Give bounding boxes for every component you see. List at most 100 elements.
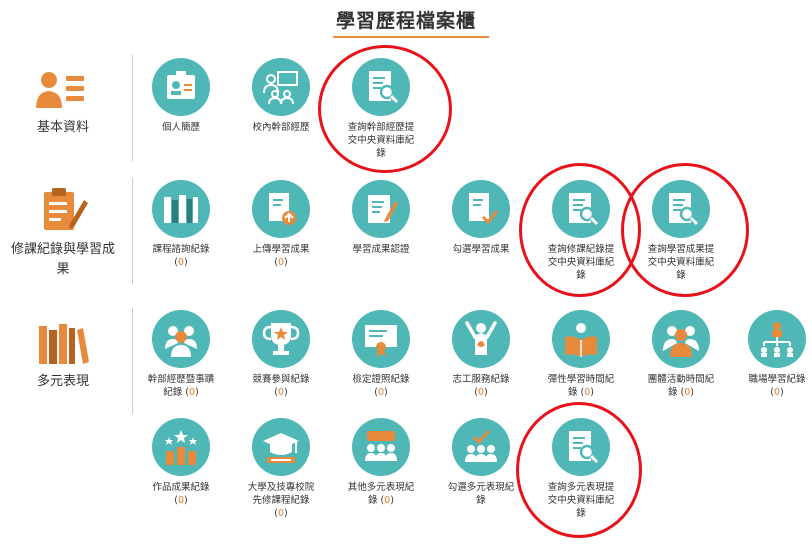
page-title: 學習歷程檔案櫃: [335, 10, 476, 32]
item-count: 錄 (0): [567, 387, 594, 398]
label-line: 勾選多元表現紀: [447, 482, 515, 493]
license-button[interactable]: 檢定證照紀錄 (0): [333, 310, 429, 399]
label-line: 查詢修課紀錄提: [547, 244, 615, 255]
item-label: 勾選學習成果: [452, 244, 510, 255]
select-result-circle: [452, 180, 510, 238]
verify-result-button[interactable]: 學習成果認證: [333, 180, 429, 256]
flexible-circle: [552, 310, 610, 368]
resume-circle: [152, 58, 210, 116]
item-label: 大學及技專校院 先修課程紀錄: [233, 481, 329, 507]
course-record-button[interactable]: 課程諮詢紀錄 (0): [133, 180, 229, 269]
cadre-events-button[interactable]: 幹部經歷暨事蹟 紀錄 (0): [133, 310, 229, 399]
item-label: 勾選多元表現紀 錄: [433, 481, 529, 507]
query-cadre-button[interactable]: 查詢幹部經歷提 交中央資料庫紀 錄: [333, 58, 429, 160]
label-line: 查詢幹部經歷提: [347, 122, 415, 133]
course-record-circle: [152, 180, 210, 238]
label-line: 紀錄: [163, 387, 183, 398]
item-label: 課程諮詢紀錄: [152, 244, 210, 255]
document-search-icon: [569, 431, 599, 464]
clipboard-pencil-icon: [40, 186, 88, 238]
document-search-icon: [669, 193, 699, 226]
item-label: 職場學習紀錄: [748, 374, 806, 385]
query-course-circle: [552, 180, 610, 238]
label-line: 交中央資料庫紀: [547, 257, 615, 268]
workplace-button[interactable]: 職場學習紀錄 (0): [729, 310, 812, 399]
competition-circle: [252, 310, 310, 368]
section-label-basic: 基本資料: [36, 120, 89, 135]
section-label-course: 修課紀錄與學習成 果: [0, 240, 126, 280]
campus-cadre-button[interactable]: 校內幹部經歷: [233, 58, 329, 134]
team-board-icon: [263, 71, 298, 105]
volunteer-circle: [452, 310, 510, 368]
item-count: (0): [374, 387, 388, 398]
item-label: 檢定證照紀錄: [352, 374, 410, 385]
select-diverse-button[interactable]: 勾選多元表現紀 錄: [433, 418, 529, 507]
query-result-circle: [652, 180, 710, 238]
item-label: 學習成果認證: [352, 244, 410, 255]
item-label: 競賽參與紀錄: [252, 374, 310, 385]
org-chart-icon: [761, 322, 793, 357]
label-line: 錄: [576, 270, 586, 281]
id-badge-icon: [167, 71, 195, 99]
item-count: 錄 (0): [667, 387, 694, 398]
document-upload-icon: [269, 193, 296, 225]
document-search-icon: [569, 193, 599, 226]
item-count: 錄 (0): [367, 495, 394, 506]
college-precourse-button[interactable]: 大學及技專校院 先修課程紀錄 (0): [233, 418, 329, 520]
books-icon: [37, 322, 89, 370]
label-line: 錄: [567, 387, 578, 398]
graduation-cap-icon: [263, 433, 299, 463]
label-line: 交中央資料庫紀: [347, 135, 415, 146]
person-card-icon: [35, 70, 87, 114]
group-activity-button[interactable]: 團體活動時間紀 錄 (0): [633, 310, 729, 399]
item-count: (0): [770, 387, 784, 398]
item-count: (0): [274, 257, 288, 268]
label-line: 錄: [476, 495, 486, 506]
campus-cadre-circle: [252, 58, 310, 116]
cadre-events-circle: [152, 310, 210, 368]
volunteer-button[interactable]: 志工服務紀錄 (0): [433, 310, 529, 399]
query-cadre-circle: [352, 58, 410, 116]
upload-result-button[interactable]: 上傳學習成果 (0): [233, 180, 329, 269]
group-activity-circle: [652, 310, 710, 368]
college-precourse-circle: [252, 418, 310, 476]
label-line: 查詢學習成果提: [647, 244, 715, 255]
query-result-button[interactable]: 查詢學習成果提 交中央資料庫紀 錄: [633, 180, 729, 282]
section-label-diverse: 多元表現: [36, 374, 89, 389]
resume-button[interactable]: 個人簡歷: [133, 58, 229, 134]
select-result-button[interactable]: 勾選學習成果: [433, 180, 529, 256]
item-label: 上傳學習成果: [252, 244, 310, 255]
item-label: 校內幹部經歷: [252, 122, 310, 133]
other-diverse-circle: [352, 418, 410, 476]
label-line: 大學及技專校院: [247, 482, 315, 493]
works-circle: [152, 418, 210, 476]
item-count: 紀錄 (0): [163, 387, 199, 398]
item-label: 志工服務紀錄: [452, 374, 510, 385]
item-label: 查詢多元表現提 交中央資料庫紀 錄: [533, 481, 629, 520]
reading-icon: [565, 323, 597, 357]
document-search-icon: [369, 71, 399, 104]
label-line: 先修課程紀錄: [252, 495, 310, 506]
other-diverse-button[interactable]: 其他多元表現紀 錄 (0): [333, 418, 429, 507]
query-diverse-circle: [552, 418, 610, 476]
item-label: 團體活動時間紀: [647, 374, 715, 385]
item-label: 查詢幹部經歷提 交中央資料庫紀 錄: [333, 121, 429, 160]
stars-bars-icon: [165, 430, 197, 465]
item-label: 查詢修課紀錄提 交中央資料庫紀 錄: [533, 243, 629, 282]
license-circle: [352, 310, 410, 368]
flexible-learning-button[interactable]: 彈性學習時間紀 錄 (0): [533, 310, 629, 399]
item-label: 個人簡歷: [161, 122, 200, 133]
select-diverse-circle: [452, 418, 510, 476]
query-course-button[interactable]: 查詢修課紀錄提 交中央資料庫紀 錄: [533, 180, 629, 282]
books-shelf-icon: [164, 195, 198, 223]
item-count: (0): [474, 387, 488, 398]
item-count: (0): [274, 387, 288, 398]
label-line: 查詢多元表現提: [547, 482, 615, 493]
item-count: (0): [174, 495, 188, 506]
document-check-icon: [469, 193, 499, 225]
raised-hands-icon: [465, 321, 497, 355]
query-diverse-button[interactable]: 查詢多元表現提 交中央資料庫紀 錄: [533, 418, 629, 520]
upload-result-circle: [252, 180, 310, 238]
competition-button[interactable]: 競賽參與紀錄 (0): [233, 310, 329, 399]
works-button[interactable]: 作品成果紀錄 (0): [133, 418, 229, 507]
